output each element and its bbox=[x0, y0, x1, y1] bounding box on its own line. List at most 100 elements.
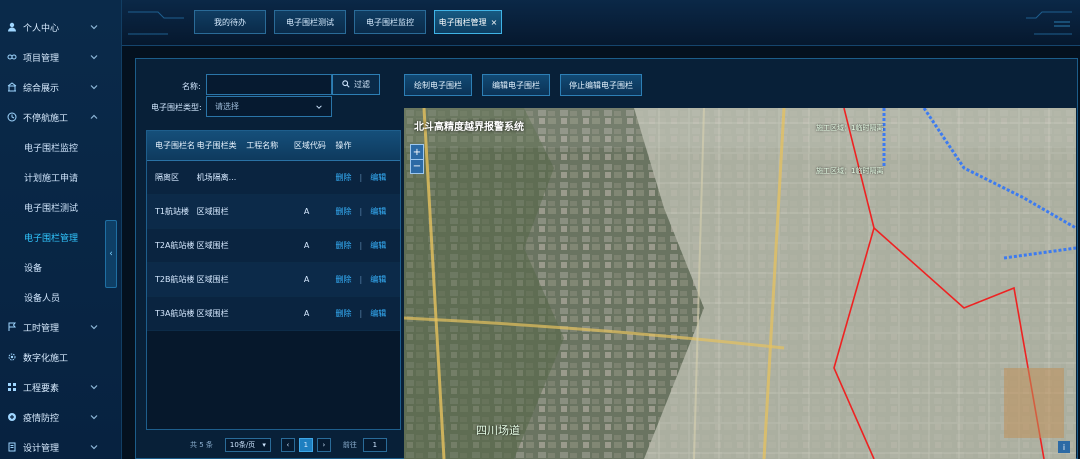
sidebar-item-label: 综合展示 bbox=[23, 83, 60, 94]
sidebar-item-label: 项目管理 bbox=[23, 53, 60, 64]
goto-page-input[interactable]: 1 bbox=[362, 438, 387, 452]
goto-value: 1 bbox=[372, 441, 378, 449]
sidebar-item-epidemic[interactable]: 疫情防控 bbox=[0, 402, 121, 432]
gear-icon bbox=[6, 352, 17, 363]
next-page-button[interactable]: › bbox=[316, 438, 331, 452]
table-row[interactable]: T3A航站楼 区域围栏 A 删除 | 编辑 bbox=[147, 297, 400, 331]
chevron-up-icon bbox=[90, 114, 98, 119]
search-icon bbox=[342, 79, 350, 90]
sidebar-sub-fence-manage[interactable]: 电子围栏管理 bbox=[0, 222, 121, 252]
map-view[interactable]: 北斗高精度越界报警系统 + − 四川场道 施工区域：1临时隔离 施工区域：1临时… bbox=[404, 108, 1076, 459]
delete-link[interactable]: 删除 bbox=[336, 274, 352, 285]
shield-icon bbox=[6, 412, 17, 423]
delete-link[interactable]: 删除 bbox=[336, 172, 352, 183]
map-zone-label: 施工区域：1临时隔离 bbox=[816, 124, 884, 132]
button-label: 编辑电子围栏 bbox=[492, 80, 540, 90]
table-row[interactable]: 隔离区 机场隔离... 删除 | 编辑 bbox=[147, 161, 400, 195]
sidebar-sub-fence-test[interactable]: 电子围栏测试 bbox=[0, 192, 121, 222]
sidebar-item-personal[interactable]: 个人中心 bbox=[0, 12, 121, 42]
cell-op: 删除 | 编辑 bbox=[336, 206, 400, 217]
cell-type: 机场隔离... bbox=[196, 173, 237, 182]
prev-icon: ‹ bbox=[286, 441, 290, 449]
tab-label: 电子围栏监控 bbox=[366, 17, 414, 27]
zoom-in-button[interactable]: + bbox=[411, 145, 423, 159]
page-size-select[interactable]: 10条/页 ▾ bbox=[224, 438, 271, 452]
tab-fence-manage[interactable]: 电子围栏管理 × bbox=[434, 10, 502, 34]
sidebar-submenu: 电子围栏监控 计划施工申请 电子围栏测试 电子围栏管理 设备 设备人员 bbox=[0, 132, 121, 312]
sidebar-item-label: 数字化施工 bbox=[23, 353, 69, 364]
op-separator: | bbox=[359, 207, 363, 216]
tab-label: 电子围栏测试 bbox=[286, 17, 334, 27]
table-body: 隔离区 机场隔离... 删除 | 编辑 T1航站楼 区域围栏 A 删除 | 编辑… bbox=[147, 161, 400, 331]
grid-icon bbox=[6, 382, 17, 393]
name-label: 名称: bbox=[182, 82, 201, 91]
cell-code: A bbox=[303, 207, 310, 216]
fence-table: 电子围栏名 电子围栏类 工程名称 区域代码 操作 隔离区 机场隔离... 删除 … bbox=[146, 130, 401, 430]
op-separator: | bbox=[359, 173, 363, 182]
cell-type: 区域围栏 bbox=[196, 207, 229, 216]
cell-name: T3A航站楼 bbox=[155, 309, 195, 318]
table-row[interactable]: T2A航站楼 区域围栏 A 删除 | 编辑 bbox=[147, 229, 400, 263]
sidebar-bottom-group: 工时管理 数字化施工 工程要素 疫情防控 设计管理 bbox=[0, 312, 121, 459]
cell-code: A bbox=[303, 309, 310, 318]
sidebar-item-project[interactable]: 项目管理 bbox=[0, 42, 121, 72]
edit-link[interactable]: 编辑 bbox=[370, 240, 386, 251]
sidebar-sub-plan-apply[interactable]: 计划施工申请 bbox=[0, 162, 121, 192]
edit-link[interactable]: 编辑 bbox=[370, 172, 386, 183]
chevron-down-icon bbox=[90, 415, 98, 420]
doc-icon bbox=[6, 442, 17, 453]
map-title: 北斗高精度越界报警系统 bbox=[414, 122, 524, 133]
cell-type: 区域围栏 bbox=[196, 275, 229, 284]
sidebar-item-overview[interactable]: 综合展示 bbox=[0, 72, 121, 102]
sidebar-item-label: 疫情防控 bbox=[23, 413, 60, 424]
chevron-down-icon bbox=[90, 325, 98, 330]
sidebar-top-group: 个人中心 项目管理 综合展示 不停航施工 bbox=[0, 0, 121, 132]
page-number: 1 bbox=[303, 441, 309, 449]
filter-button[interactable]: 过滤 bbox=[332, 74, 380, 95]
tab-label: 电子围栏管理 bbox=[438, 17, 487, 27]
name-input[interactable] bbox=[206, 74, 332, 95]
table-row[interactable]: T2B航站楼 区域围栏 A 删除 | 编辑 bbox=[147, 263, 400, 297]
sidebar-item-label: 工程要素 bbox=[23, 383, 60, 394]
delete-link[interactable]: 删除 bbox=[336, 308, 352, 319]
sidebar-item-construction[interactable]: 不停航施工 bbox=[0, 102, 121, 132]
tab-fence-test[interactable]: 电子围栏测试 bbox=[274, 10, 346, 34]
stop-edit-fence-button[interactable]: 停止编辑电子围栏 bbox=[560, 74, 642, 96]
delete-link[interactable]: 删除 bbox=[336, 206, 352, 217]
sidebar-collapse-handle[interactable]: ‹ bbox=[105, 220, 117, 288]
header-decoration-left bbox=[128, 11, 184, 35]
clock-icon bbox=[6, 112, 17, 123]
edit-fence-button[interactable]: 编辑电子围栏 bbox=[482, 74, 550, 96]
prev-page-button[interactable]: ‹ bbox=[280, 438, 295, 452]
zoom-out-button[interactable]: − bbox=[411, 159, 423, 173]
fence-type-select[interactable]: 请选择 bbox=[206, 96, 332, 117]
map-info-button[interactable]: i bbox=[1058, 441, 1070, 453]
sidebar-item-label: 个人中心 bbox=[23, 23, 60, 34]
chevron-left-icon: ‹ bbox=[109, 249, 113, 259]
sidebar-sub-fence-monitor[interactable]: 电子围栏监控 bbox=[0, 132, 121, 162]
sidebar-item-hours[interactable]: 工时管理 bbox=[0, 312, 121, 342]
header-decoration-right bbox=[1026, 11, 1072, 35]
tab-fence-monitor[interactable]: 电子围栏监控 bbox=[354, 10, 426, 34]
edit-link[interactable]: 编辑 bbox=[370, 274, 386, 285]
delete-link[interactable]: 删除 bbox=[336, 240, 352, 251]
table-row[interactable]: T1航站楼 区域围栏 A 删除 | 编辑 bbox=[147, 195, 400, 229]
sidebar-item-design[interactable]: 设计管理 bbox=[0, 432, 121, 459]
sidebar-sub-device[interactable]: 设备 bbox=[0, 252, 121, 282]
table-header: 电子围栏名 电子围栏类 工程名称 区域代码 操作 bbox=[147, 131, 400, 161]
draw-fence-button[interactable]: 绘制电子围栏 bbox=[404, 74, 472, 96]
sidebar-item-digital[interactable]: 数字化施工 bbox=[0, 342, 121, 372]
sidebar-sub-device-staff[interactable]: 设备人员 bbox=[0, 282, 121, 312]
chevron-down-icon bbox=[90, 385, 98, 390]
sidebar-item-elements[interactable]: 工程要素 bbox=[0, 372, 121, 402]
edit-link[interactable]: 编辑 bbox=[370, 206, 386, 217]
next-icon: › bbox=[322, 441, 326, 449]
cell-op: 删除 | 编辑 bbox=[336, 308, 400, 319]
cell-op: 删除 | 编辑 bbox=[336, 172, 400, 183]
close-icon[interactable]: × bbox=[491, 18, 498, 27]
page-number-current[interactable]: 1 bbox=[298, 438, 313, 452]
edit-link[interactable]: 编辑 bbox=[370, 308, 386, 319]
tab-my-todo[interactable]: 我的待办 bbox=[194, 10, 266, 34]
cell-op: 删除 | 编辑 bbox=[336, 274, 400, 285]
map-zoom-control: + − bbox=[410, 144, 424, 174]
